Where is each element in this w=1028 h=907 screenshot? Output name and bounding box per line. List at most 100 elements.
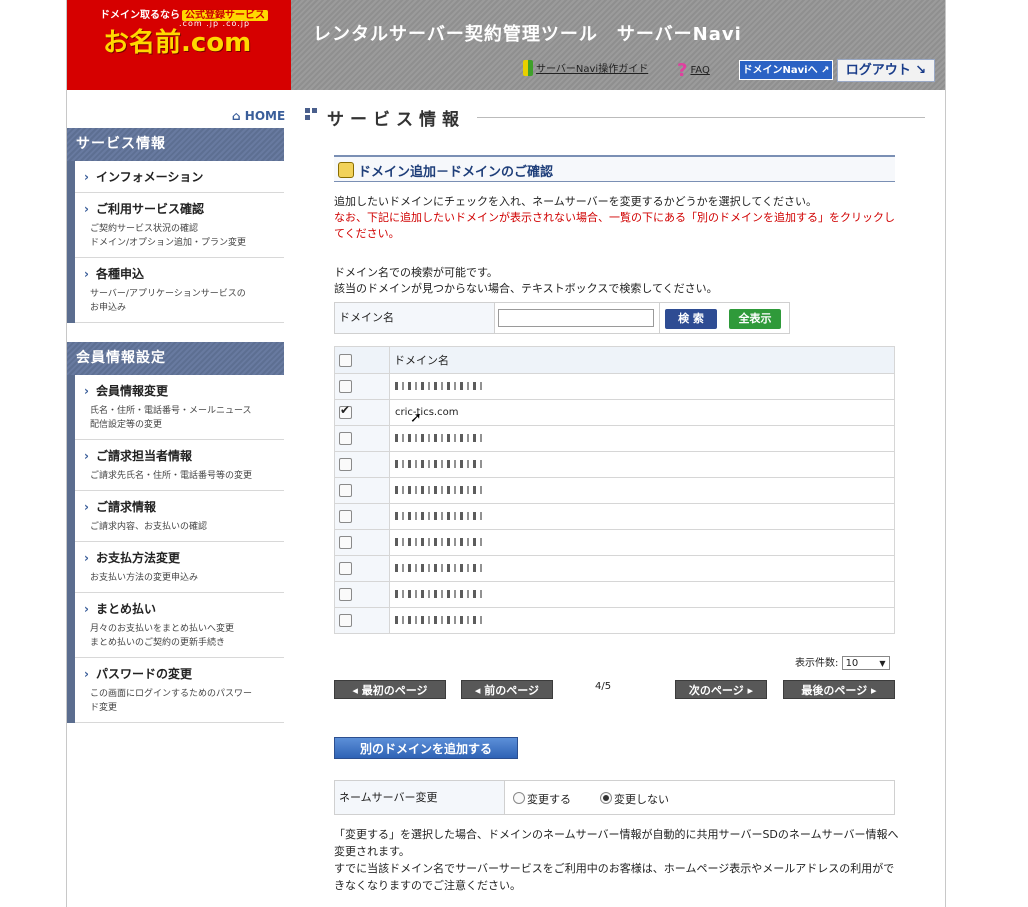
instruction-warning: なお、下記に追加したいドメインが表示されない場合、一覧の下にある「別のドメインを… xyxy=(334,211,895,240)
radio-keep[interactable] xyxy=(600,792,612,804)
logo-text: お名前.com xyxy=(103,28,252,58)
page-title: サービス情報 xyxy=(327,110,465,130)
table-row xyxy=(334,529,895,556)
nameserver-label: ネームサーバー変更 xyxy=(335,781,505,814)
home-link[interactable]: ⌂ HOME xyxy=(232,109,285,123)
sidebar-item-password[interactable]: パスワードの変更 この画面にログインするためのパスワード変更 xyxy=(75,658,284,723)
onamae-logo[interactable]: ドメイン取るなら 公式登録サービス .com .jp .co.jp お名前.com xyxy=(67,0,291,90)
section-title: ドメイン追加－ドメインのご確認 xyxy=(358,165,554,180)
sidebar-item-service-check[interactable]: ご利用サービス確認 ご契約サービス状況の確認ドメイン/オプション追加・プラン変更 xyxy=(75,193,284,258)
title-squares-icon xyxy=(305,108,317,120)
beginner-mark-icon xyxy=(523,60,533,76)
search-button[interactable]: 検 索 xyxy=(665,309,717,329)
domain-navi-button[interactable]: ドメインNaviへ ↗ xyxy=(739,60,833,80)
nameserver-form: ネームサーバー変更 変更する 変更しない xyxy=(334,780,895,815)
sidebar-item-billing-info[interactable]: ご請求情報 ご請求内容、お支払いの確認 xyxy=(75,491,284,542)
radio-change[interactable] xyxy=(513,792,525,804)
home-icon: ⌂ xyxy=(232,109,241,123)
domain-checkbox[interactable] xyxy=(339,614,352,627)
domain-checkbox[interactable] xyxy=(339,432,352,445)
show-all-button[interactable]: 全表示 xyxy=(729,309,781,329)
question-mark-icon: ? xyxy=(677,60,688,81)
sidebar-item-applications[interactable]: 各種申込 サーバー/アプリケーションサービスのお申込み xyxy=(75,258,284,323)
sidebar-item-desc: 氏名・住所・電話番号・メールニュース 配信設定等の変更 xyxy=(90,406,252,430)
sidebar-list-service: インフォメーション ご利用サービス確認 ご契約サービス状況の確認ドメイン/オプシ… xyxy=(67,161,284,323)
table-row xyxy=(334,373,895,400)
domain-checkbox[interactable] xyxy=(339,536,352,549)
domain-checkbox[interactable] xyxy=(339,562,352,575)
mouse-cursor-icon: ➚ xyxy=(410,410,422,426)
redacted-domain-name xyxy=(395,382,485,390)
instruction-text: 追加したいドメインにチェックを入れ、ネームサーバーを変更するかどうかを選択してく… xyxy=(334,194,904,242)
last-page-button[interactable]: 最後のページ ▸ xyxy=(783,680,895,699)
title-divider xyxy=(477,117,925,118)
sidebar-item-desc: お支払い方法の変更申込み xyxy=(90,573,199,583)
first-page-button[interactable]: ◂ 最初のページ xyxy=(334,680,446,699)
section-hand-icon xyxy=(338,162,354,178)
sidebar-item-desc: サーバー/アプリケーションサービスの お申込み xyxy=(90,289,246,313)
app-title: レンタルサーバー契約管理ツール サーバーNavi xyxy=(313,24,742,45)
sidebar-item-desc: 月々のお支払いをまとめ払いへ変更 まとめ払いのご契約の更新手続き xyxy=(90,624,235,648)
sidebar-item-member-change[interactable]: 会員情報変更 氏名・住所・電話番号・メールニュース配信設定等の変更 xyxy=(75,375,284,440)
table-row xyxy=(334,607,895,634)
domain-checkbox[interactable] xyxy=(339,510,352,523)
domain-search-form: ドメイン名 検 索 全表示 xyxy=(334,302,790,334)
domain-checkbox[interactable] xyxy=(339,458,352,471)
sidebar-item-bulk-payment[interactable]: まとめ払い 月々のお支払いをまとめ払いへ変更まとめ払いのご契約の更新手続き xyxy=(75,593,284,658)
prev-page-button[interactable]: ◂ 前のページ xyxy=(461,680,553,699)
redacted-domain-name xyxy=(395,616,485,624)
sidebar-item-billing-contact[interactable]: ご請求担当者情報 ご請求先氏名・住所・電話番号等の変更 xyxy=(75,440,284,491)
redacted-domain-name xyxy=(395,434,485,442)
sidebar-item-desc: ご契約サービス状況の確認 ドメイン/オプション追加・プラン変更 xyxy=(90,224,247,248)
sidebar-heading-service: サービス情報 xyxy=(67,128,284,161)
select-all-checkbox[interactable] xyxy=(339,353,352,367)
table-row xyxy=(334,425,895,452)
column-header-domain: ドメイン名 xyxy=(389,346,895,374)
domain-table: ドメイン名 cric-tics.com xyxy=(334,346,895,634)
table-header-row: ドメイン名 xyxy=(334,346,895,374)
domain-checkbox[interactable] xyxy=(339,588,352,601)
table-row xyxy=(334,451,895,478)
sidebar-item-desc: ご請求先氏名・住所・電話番号等の変更 xyxy=(90,471,253,481)
search-note: ドメイン名での検索が可能です。 該当のドメインが見つからない場合、テキストボック… xyxy=(334,266,718,295)
sidebar-item-payment-method[interactable]: お支払方法変更 お支払い方法の変更申込み xyxy=(75,542,284,593)
table-row xyxy=(334,581,895,608)
table-row xyxy=(334,503,895,530)
redacted-domain-name xyxy=(395,564,485,572)
next-page-button[interactable]: 次のページ ▸ xyxy=(675,680,767,699)
logout-button[interactable]: ログアウト ↘ xyxy=(837,59,935,82)
domain-checkbox[interactable] xyxy=(339,484,352,497)
sidebar-heading-member: 会員情報設定 xyxy=(67,342,284,375)
table-row xyxy=(334,555,895,582)
guide-link-wrap[interactable]: サーバーNavi操作ガイド xyxy=(523,60,648,76)
sidebar-item-information[interactable]: インフォメーション xyxy=(75,161,284,193)
page-count: 4/5 xyxy=(595,681,612,692)
redacted-domain-name xyxy=(395,486,485,494)
page-title-bar: サービス情報 xyxy=(305,105,925,130)
domain-checkbox[interactable] xyxy=(339,380,352,393)
page-container: ドメイン取るなら 公式登録サービス .com .jp .co.jp お名前.com… xyxy=(66,0,946,907)
redacted-domain-name xyxy=(395,590,485,598)
redacted-domain-name xyxy=(395,538,485,546)
nameserver-note: 「変更する」を選択した場合、ドメインのネームサーバー情報が自動的に共用サーバーS… xyxy=(334,828,899,892)
header-bar: ドメイン取るなら 公式登録サービス .com .jp .co.jp お名前.com… xyxy=(67,0,945,90)
faq-link-wrap[interactable]: ? FAQ xyxy=(677,60,710,81)
per-page-select[interactable]: 10 xyxy=(841,656,890,671)
nameserver-option-change[interactable]: 変更する xyxy=(513,791,571,807)
domain-search-label: ドメイン名 xyxy=(335,303,495,333)
add-other-domain-button[interactable]: 別のドメインを追加する xyxy=(334,737,518,759)
table-row xyxy=(334,477,895,504)
faq-link[interactable]: FAQ xyxy=(690,65,709,76)
sidebar-item-desc: この画面にログインするためのパスワー ド変更 xyxy=(90,689,253,713)
guide-link[interactable]: サーバーNavi操作ガイド xyxy=(536,64,648,75)
domain-search-input[interactable] xyxy=(498,309,654,327)
per-page-control: 表示件数: 10 xyxy=(795,654,890,671)
redacted-domain-name xyxy=(395,512,485,520)
sidebar-list-member: 会員情報変更 氏名・住所・電話番号・メールニュース配信設定等の変更 ご請求担当者… xyxy=(67,375,284,723)
sidebar-item-desc: ご請求内容、お支払いの確認 xyxy=(90,522,208,532)
section-heading: ドメイン追加－ドメインのご確認 xyxy=(334,155,895,182)
domain-name: cric-tics.com xyxy=(395,407,459,418)
redacted-domain-name xyxy=(395,460,485,468)
domain-checkbox[interactable] xyxy=(339,403,352,419)
nameserver-option-keep[interactable]: 変更しない xyxy=(600,791,669,807)
